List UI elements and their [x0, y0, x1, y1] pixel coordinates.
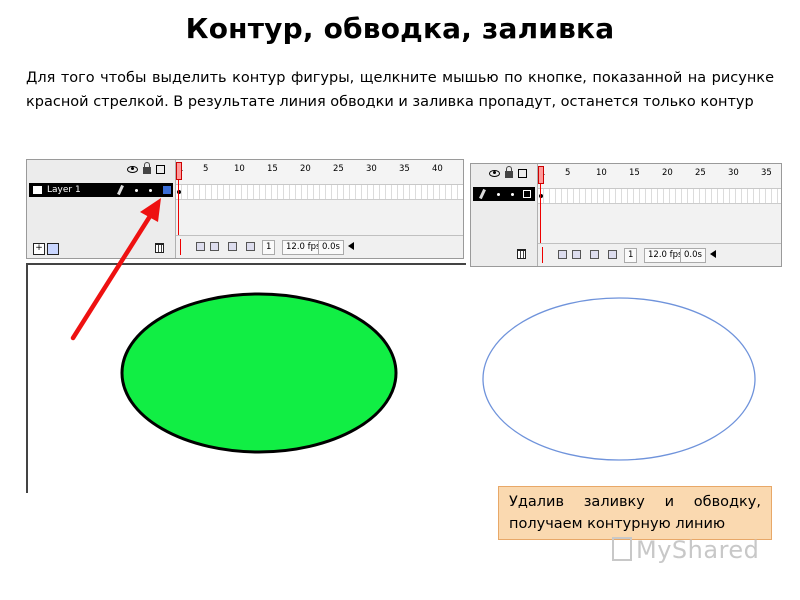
outline-ellipse[interactable] [482, 297, 756, 461]
watermark-logo-icon [612, 537, 632, 561]
filled-ellipse[interactable] [120, 292, 398, 454]
watermark: MyShared [612, 536, 759, 564]
caption-box: Удалив заливку и обводку, получаем конту… [498, 486, 772, 540]
watermark-text: MyShared [636, 536, 760, 564]
red-arrow-icon [70, 198, 161, 341]
